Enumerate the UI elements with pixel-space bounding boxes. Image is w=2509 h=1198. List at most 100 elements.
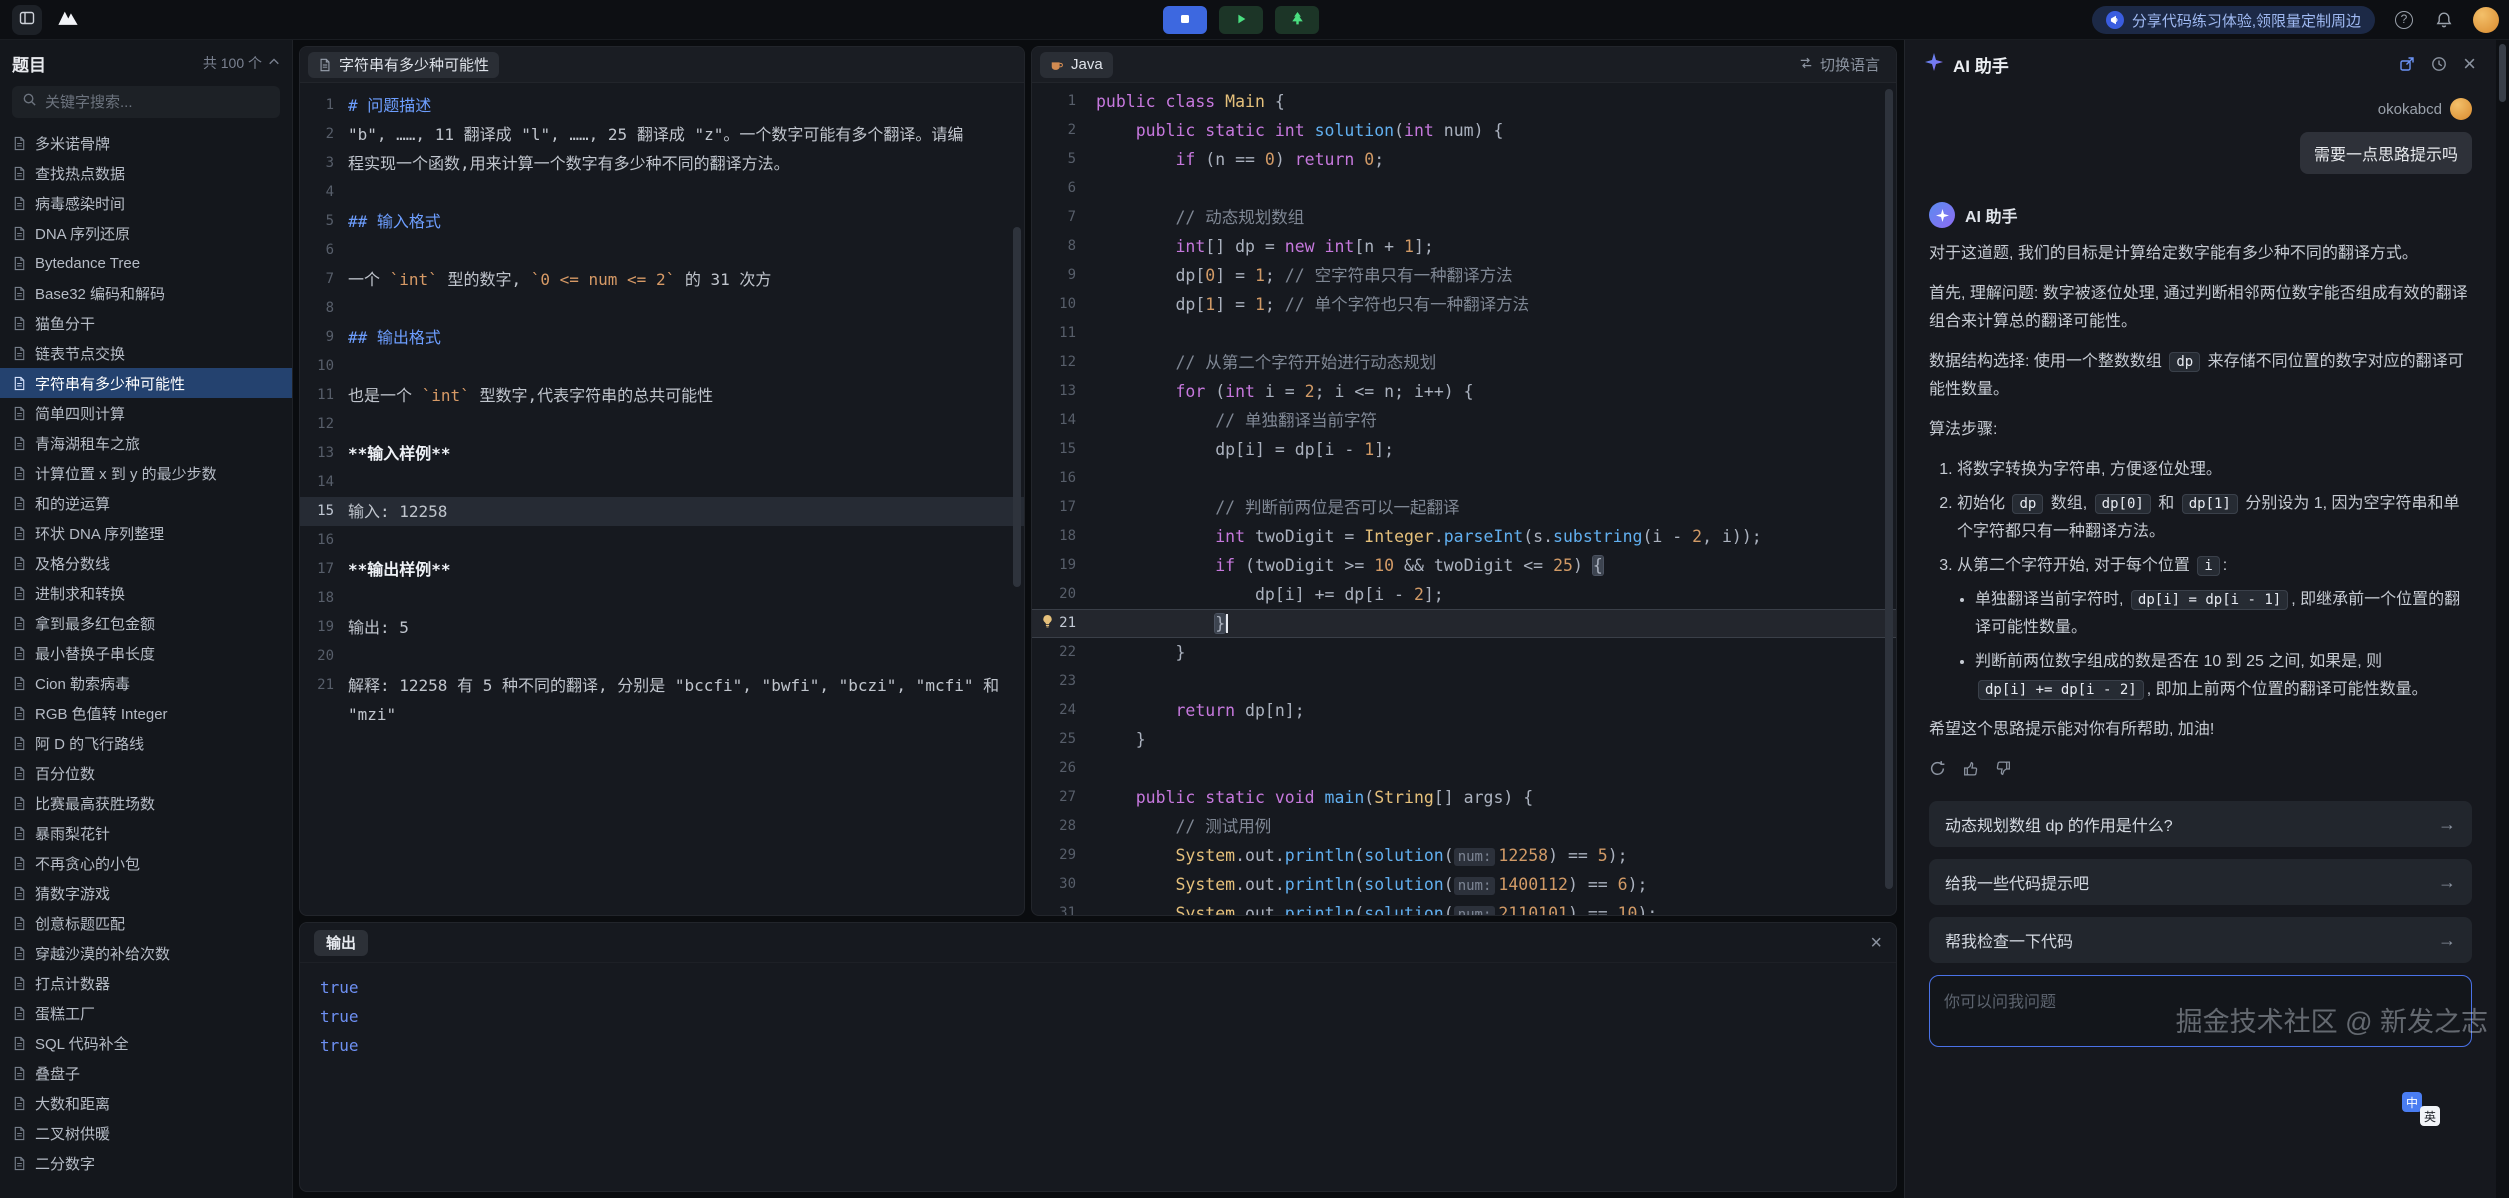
marscode-logo[interactable] (52, 5, 84, 35)
sidebar-item[interactable]: RGB 色值转 Integer (0, 698, 292, 728)
sidebar-item[interactable]: 百分位数 (0, 758, 292, 788)
code-line-text: int[] dp = new int[n + 1]; (1096, 232, 1434, 261)
text: 数组, (2046, 495, 2091, 512)
sidebar-item[interactable]: 进制求和转换 (0, 578, 292, 608)
sidebar-item[interactable]: Base32 编码和解码 (0, 278, 292, 308)
ai-assistant-panel: AI 助手 × okokabcd 需要一点思路提示吗 (1904, 40, 2496, 1198)
sidebar-item[interactable]: 比赛最高获胜场数 (0, 788, 292, 818)
sidebar-item[interactable]: 拿到最多红包金额 (0, 608, 292, 638)
sidebar-item[interactable]: 猜数字游戏 (0, 878, 292, 908)
sidebar-item[interactable]: 多米诺骨牌 (0, 128, 292, 158)
sidebar-item[interactable]: 打点计数器 (0, 968, 292, 998)
thumbs-down-icon[interactable] (1995, 760, 2012, 777)
bell-icon[interactable] (2433, 9, 2455, 31)
collapse-up-icon[interactable] (268, 55, 280, 71)
code-line: 27 public static void main(String[] args… (1032, 783, 1896, 812)
suggestion-card[interactable]: 给我一些代码提示吧→ (1929, 859, 2472, 905)
problem-line-text (348, 526, 1024, 555)
sidebar-item[interactable]: 字符串有多少种可能性 (0, 368, 292, 398)
sidebar-item[interactable]: SQL 代码补全 (0, 1028, 292, 1058)
sidebar-item[interactable]: 简单四则计算 (0, 398, 292, 428)
sidebar-item-label: DNA 序列还原 (35, 223, 130, 244)
close-icon[interactable]: × (2463, 53, 2476, 75)
line-number: 20 (1032, 580, 1096, 609)
sidebar-item[interactable]: 不再贪心的小包 (0, 848, 292, 878)
problem-line: 21解释: 12258 有 5 种不同的翻译, 分别是 "bccfi", "bw… (300, 671, 1024, 729)
sidebar-item[interactable]: DNA 序列还原 (0, 218, 292, 248)
sidebar-item[interactable]: Bytedance Tree (0, 248, 292, 278)
sidebar-item-label: Bytedance Tree (35, 255, 140, 272)
sidebar-item[interactable]: 环状 DNA 序列整理 (0, 518, 292, 548)
sidebar-item[interactable]: 链表节点交换 (0, 338, 292, 368)
code-editor[interactable]: 1public class Main {2 public static int … (1032, 83, 1896, 916)
thumbs-up-icon[interactable] (1962, 760, 1979, 777)
sidebar-item[interactable]: 和的逆运算 (0, 488, 292, 518)
code-line: 29 System.out.println(solution(num:12258… (1032, 841, 1896, 870)
suggestion-card[interactable]: 帮我检查一下代码→ (1929, 917, 2472, 963)
sidebar-item[interactable]: 最小替换子串长度 (0, 638, 292, 668)
problem-tab[interactable]: 字符串有多少种可能性 (308, 52, 499, 78)
open-in-window-icon[interactable] (2399, 56, 2415, 72)
sidebar-item[interactable]: 及格分数线 (0, 548, 292, 578)
history-icon[interactable] (2431, 56, 2447, 72)
sidebar-item-label: 阿 D 的飞行路线 (35, 733, 144, 754)
sidebar-item[interactable]: 大数和距离 (0, 1088, 292, 1118)
sidebar-item[interactable]: 叠盘子 (0, 1058, 292, 1088)
output-tab[interactable]: 输出 (314, 930, 368, 956)
problem-tab-title: 字符串有多少种可能性 (339, 54, 489, 75)
sidebar-item[interactable]: Cion 勒索病毒 (0, 668, 292, 698)
ai-question-input[interactable] (1929, 975, 2472, 1047)
code-line-text: System.out.println(solution(num:1400112)… (1096, 870, 1647, 899)
user-avatar[interactable] (2473, 7, 2499, 33)
panel-toggle-button[interactable] (12, 5, 42, 35)
inline-code: dp[i] += dp[i - 2] (1978, 680, 2144, 700)
sidebar-item[interactable]: 阿 D 的飞行路线 (0, 728, 292, 758)
code-line: 28 // 测试用例 (1032, 812, 1896, 841)
line-number: 5 (1032, 145, 1096, 174)
promo-banner[interactable]: 分享代码练习体验,领限量定制周边 (2092, 6, 2375, 34)
code-line: 17 // 判断前两位是否可以一起翻译 (1032, 493, 1896, 522)
sidebar-item[interactable]: 暴雨梨花针 (0, 818, 292, 848)
problem-content[interactable]: 1# 问题描述2"b", ……, 11 翻译成 "l", ……, 25 翻译成 … (300, 83, 1024, 729)
submit-button[interactable] (1275, 6, 1319, 34)
switch-language-button[interactable]: 切换语言 (1799, 54, 1880, 75)
search-input[interactable] (45, 94, 270, 111)
problem-scrollbar[interactable] (1013, 227, 1021, 587)
sidebar-item-label: 链表节点交换 (35, 343, 125, 364)
code-line: 13 for (int i = 2; i <= n; i++) { (1032, 377, 1896, 406)
file-icon (12, 136, 27, 151)
sidebar-item[interactable]: 病毒感染时间 (0, 188, 292, 218)
ai-list-item: 从第二个字符开始, 对于每个位置 i: (1957, 552, 2472, 580)
sidebar-item-label: 多米诺骨牌 (35, 133, 110, 154)
translate-plugin-icon[interactable]: 中 英 (2402, 1092, 2440, 1126)
debug-button[interactable] (1163, 6, 1207, 34)
page-scrollbar[interactable] (2496, 40, 2509, 1198)
help-icon[interactable]: ? (2393, 9, 2415, 31)
language-tab[interactable]: Java (1040, 52, 1113, 78)
sidebar-item[interactable]: 猫鱼分干 (0, 308, 292, 338)
sidebar-item[interactable]: 青海湖租车之旅 (0, 428, 292, 458)
sidebar-item[interactable]: 查找热点数据 (0, 158, 292, 188)
sidebar-item[interactable]: 蛋糕工厂 (0, 998, 292, 1028)
regenerate-icon[interactable] (1929, 760, 1946, 777)
ai-panel-header: AI 助手 × (1905, 40, 2496, 88)
sidebar-item[interactable]: 二叉树供暖 (0, 1118, 292, 1148)
user-row: okokabcd (1929, 98, 2472, 120)
sidebar-item[interactable]: 二分数字 (0, 1148, 292, 1178)
sidebar-item[interactable]: 穿越沙漠的补给次数 (0, 938, 292, 968)
problem-list[interactable]: 多米诺骨牌查找热点数据病毒感染时间 DNA 序列还原 Bytedance Tree B… (0, 128, 292, 1198)
line-number: 12 (1032, 348, 1096, 377)
page-scrollbar-thumb[interactable] (2499, 44, 2506, 102)
code-scrollbar[interactable] (1885, 89, 1893, 889)
mountain-logo-icon (55, 7, 81, 34)
ai-paragraph: 希望这个思路提示能对你有所帮助, 加油! (1929, 716, 2472, 744)
promo-text: 分享代码练习体验,领限量定制周边 (2132, 10, 2361, 31)
close-icon[interactable]: × (1870, 933, 1882, 953)
sidebar-item[interactable]: 创意标题匹配 (0, 908, 292, 938)
run-button[interactable] (1219, 6, 1263, 34)
suggestion-card[interactable]: 动态规划数组 dp 的作用是什么?→ (1929, 801, 2472, 847)
lightbulb-icon[interactable] (1040, 614, 1055, 629)
code-line: 14 // 单独翻译当前字符 (1032, 406, 1896, 435)
file-icon (12, 826, 27, 841)
sidebar-item[interactable]: 计算位置 x 到 y 的最少步数 (0, 458, 292, 488)
